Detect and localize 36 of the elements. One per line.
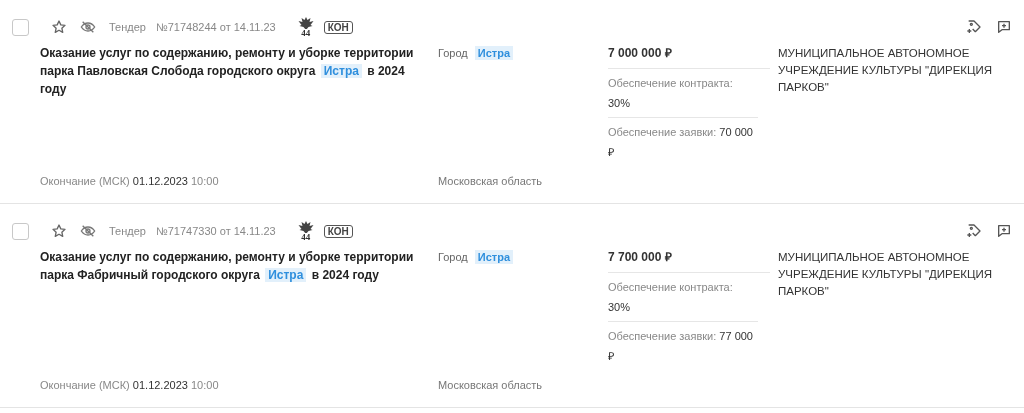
crest-icon [297,220,314,233]
contract-security: Обеспечение контракта: 30% [608,273,758,322]
tender-number: №71748244 от 14.11.23 [155,21,276,33]
end-date: Окончание (МСК) 01.12.2023 10:00 [40,379,220,391]
region: Московская область [438,175,544,187]
eye-slash-icon[interactable] [80,19,96,35]
city: Город Истра [438,248,608,266]
tag-plus-icon[interactable] [966,223,982,239]
law-number: 44 [301,28,311,38]
add-comment-icon[interactable] [996,223,1012,239]
customer-name: МУНИЦИПАЛЬНОЕ АВТОНОМНОЕ УЧРЕЖДЕНИЕ КУЛЬТУРЫ "ДИРЕКЦИЯ ПАРКОВ" [778,250,993,299]
eye-slash-icon[interactable] [80,223,96,239]
tender-type: Тендер [109,21,146,33]
star-icon[interactable] [51,223,67,239]
star-icon[interactable] [51,19,67,35]
price: 7 700 000 ₽ [608,248,770,273]
contract-security: Обеспечение контракта: 30% [608,69,758,118]
customer-name: МУНИЦИПАЛЬНОЕ АВТОНОМНОЕ УЧРЕЖДЕНИЕ КУЛЬТУРЫ "ДИРЕКЦИЯ ПАРКОВ" [778,46,993,95]
price: 7 000 000 ₽ [608,44,770,69]
bid-security: Обеспечение заявки: 70 000 ₽ [608,125,754,160]
checkbox[interactable] [12,18,29,36]
city: Город Истра [438,44,608,62]
region: Московская область [438,379,544,391]
tender-title[interactable]: Оказание услуг по содержанию, ремонту и уборке территории парка Павловская Слобода городского округа Истра в 2024 году [40,44,438,98]
procedure-tag: КОН [323,20,353,34]
tag-plus-icon[interactable] [966,19,982,35]
tender-title[interactable]: Оказание услуг по содержанию, ремонту и уборке территории парка Фабричный городского округа Истра в 2024 году [40,248,438,284]
crest-icon [297,16,314,29]
add-comment-icon[interactable] [996,19,1012,35]
bid-security: Обеспечение заявки: 77 000 ₽ [608,329,754,364]
procedure-tag: КОН [323,224,353,238]
end-date: Окончание (МСК) 01.12.2023 10:00 [40,175,220,187]
law-number: 44 [301,232,311,242]
tender-type: Тендер [109,225,146,237]
checkbox[interactable] [12,222,29,240]
tender-number: №71747330 от 14.11.23 [155,225,276,237]
